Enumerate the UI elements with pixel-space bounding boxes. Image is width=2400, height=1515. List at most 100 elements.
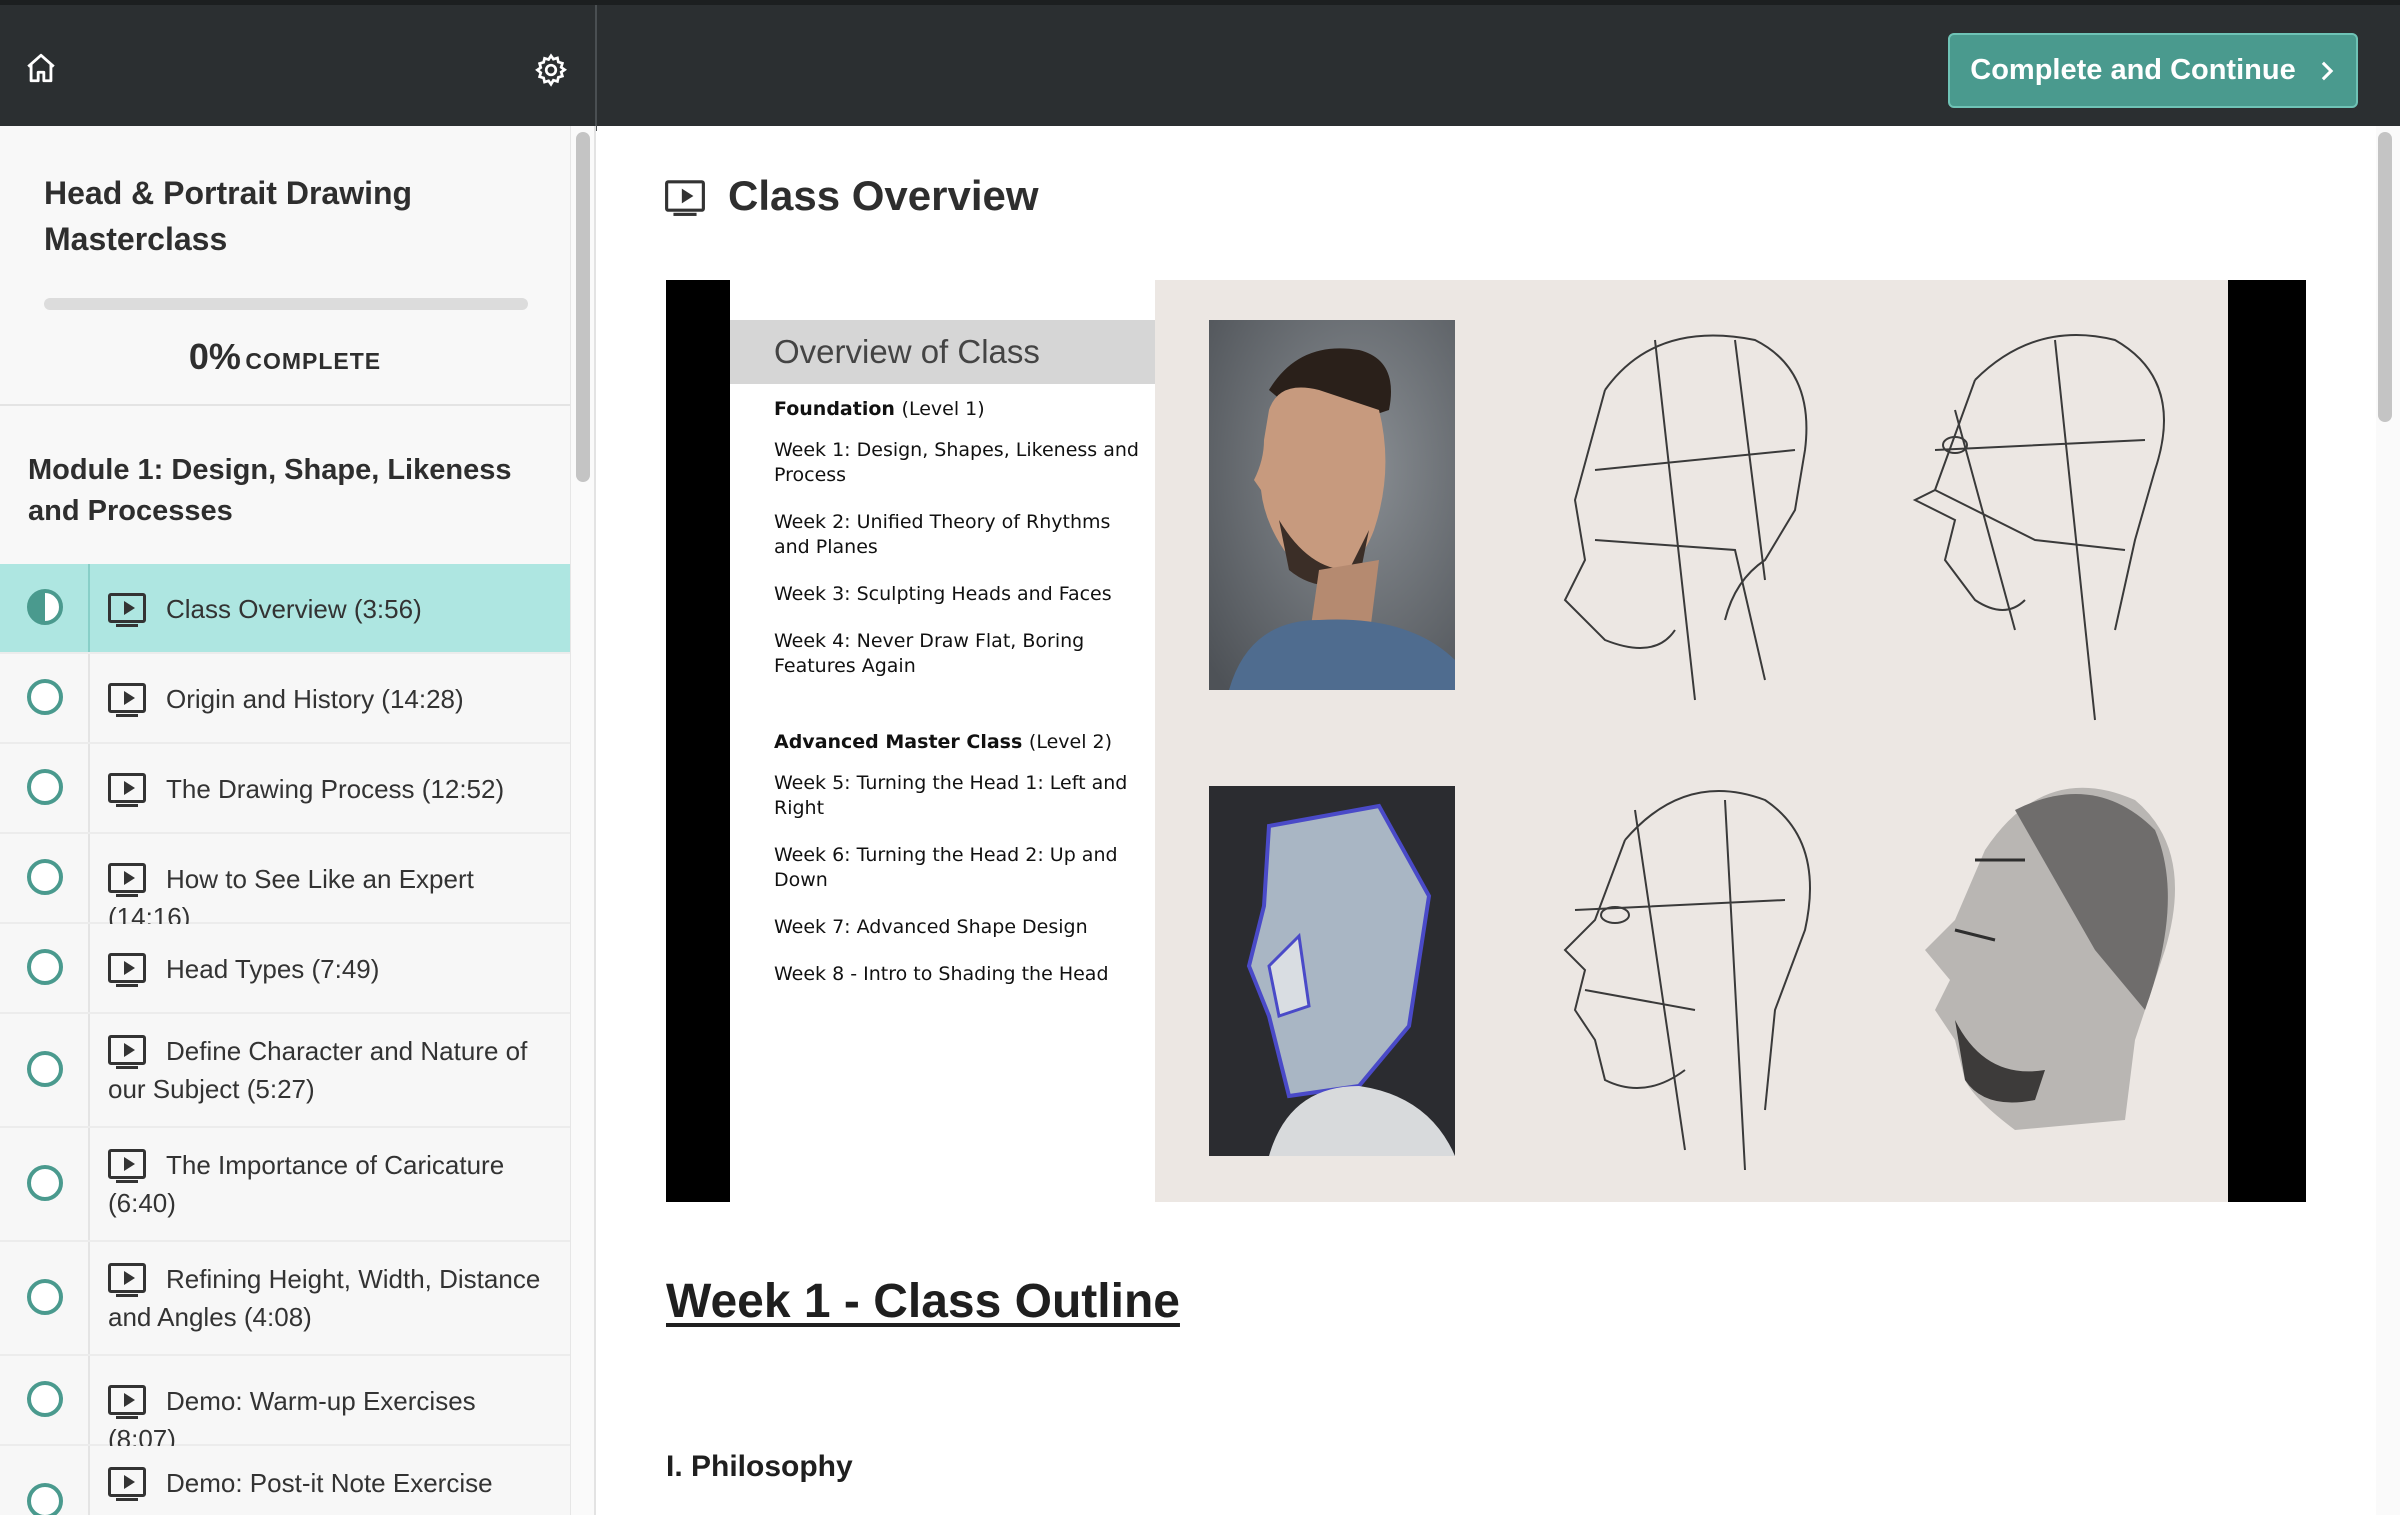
video-lesson-icon <box>108 863 146 897</box>
video-lesson-icon <box>108 1467 146 1501</box>
lesson-separator <box>88 834 90 922</box>
slide-week: Week 1: Design, Shapes, Likeness and Pro… <box>774 439 1139 486</box>
course-sidebar: Head & Portrait Drawing Masterclass 0% C… <box>0 126 596 1515</box>
lesson-incomplete-icon <box>27 679 63 715</box>
lesson-text: The Importance of Caricature (6:40) <box>108 1146 550 1222</box>
home-icon <box>27 53 55 83</box>
lesson-label: The Drawing Process (12:52) <box>166 774 505 804</box>
lesson-incomplete-icon <box>27 859 63 895</box>
complete-and-continue-button[interactable]: Complete and Continue <box>1948 33 2358 108</box>
video-lesson-icon <box>108 1149 146 1183</box>
lesson-item[interactable]: Head Types (7:49) <box>0 924 570 1014</box>
lesson-label: Head Types (7:49) <box>166 954 380 984</box>
lesson-text: Refining Height, Width, Distance and Ang… <box>108 1260 550 1336</box>
slide-header: Overview of Class <box>730 320 1155 384</box>
lesson-label: Demo: Warm-up Exercises (8:07) <box>108 1386 476 1454</box>
lesson-separator <box>88 744 90 832</box>
sidebar-scrollbar[interactable] <box>576 132 590 482</box>
main-scrollbar[interactable] <box>2378 132 2392 422</box>
group-name: Foundation <box>774 398 895 420</box>
home-button[interactable] <box>20 47 62 89</box>
slide-week-list: Foundation (Level 1) Week 1: Design, Sha… <box>774 398 1144 1009</box>
video-lesson-icon <box>108 773 146 807</box>
chevron-right-icon <box>2321 61 2333 80</box>
progress-percent: 0% <box>188 336 241 377</box>
video-lesson-icon <box>665 180 705 216</box>
course-header: Head & Portrait Drawing Masterclass 0% C… <box>0 126 570 406</box>
lecture-heading: Class Overview <box>665 172 1039 220</box>
lesson-separator <box>88 1356 90 1444</box>
outline-heading[interactable]: Week 1 - Class Outline <box>666 1274 1180 1329</box>
lesson-item[interactable]: Demo: Warm-up Exercises (8:07) <box>0 1356 570 1454</box>
sidebar-panel: Head & Portrait Drawing Masterclass 0% C… <box>0 126 571 1515</box>
lesson-text: Origin and History (14:28) <box>108 680 550 718</box>
video-lesson-icon <box>108 953 146 987</box>
slide-week: Week 3: Sculpting Heads and Faces <box>774 583 1112 605</box>
lecture-content: Class Overview Overview of Class Foundat… <box>598 126 2376 1515</box>
lesson-item[interactable]: Define Character and Nature of our Subje… <box>0 1014 570 1128</box>
lesson-item[interactable]: How to See Like an Expert (14:16) <box>0 834 570 932</box>
lesson-item[interactable]: Demo: Post-it Note Exercise <box>0 1446 570 1515</box>
cta-label: Complete and Continue <box>1970 54 2296 86</box>
slide-artwork-panel <box>1155 280 2228 1202</box>
lesson-label: Demo: Post-it Note Exercise <box>166 1468 493 1498</box>
topbar-divider <box>595 5 597 131</box>
settings-button[interactable] <box>530 49 572 91</box>
video-player[interactable]: Overview of Class Foundation (Level 1) W… <box>666 280 2306 1202</box>
lesson-incomplete-icon <box>27 1483 63 1515</box>
lesson-text: The Drawing Process (12:52) <box>108 770 550 808</box>
video-lesson-icon <box>108 1385 146 1419</box>
lesson-incomplete-icon <box>27 769 63 805</box>
slide-week: Week 4: Never Draw Flat, Boring Features… <box>774 630 1085 677</box>
lesson-item[interactable]: Class Overview (3:56) <box>0 564 570 654</box>
lesson-text: Define Character and Nature of our Subje… <box>108 1032 550 1108</box>
lesson-incomplete-icon <box>27 1381 63 1417</box>
slide-week: Week 6: Turning the Head 2: Up and Down <box>774 844 1118 891</box>
top-bar: Complete and Continue <box>0 0 2400 131</box>
lesson-separator <box>88 1014 90 1126</box>
lecture-title: Class Overview <box>728 172 1039 219</box>
group-level: (Level 1) <box>901 398 985 420</box>
section-heading: I. Philosophy <box>666 1450 853 1483</box>
lesson-label: How to See Like an Expert (14:16) <box>108 864 474 932</box>
module-title: Module 1: Design, Shape, Likeness and Pr… <box>0 406 570 564</box>
lesson-item[interactable]: Refining Height, Width, Distance and Ang… <box>0 1242 570 1356</box>
head-sketch-2 <box>1912 334 2165 721</box>
video-lesson-icon <box>108 1263 146 1297</box>
lesson-progress-icon <box>27 589 63 625</box>
lesson-separator <box>88 924 90 1012</box>
group-level: (Level 2) <box>1028 731 1113 753</box>
slide-week: Week 5: Turning the Head 1: Left and Rig… <box>774 772 1128 819</box>
progress-word: COMPLETE <box>245 348 382 374</box>
group-name: Advanced Master Class <box>774 731 1023 753</box>
slide-week: Week 8 - Intro to Shading the Head <box>774 963 1109 985</box>
video-lesson-icon <box>108 683 146 717</box>
course-title: Head & Portrait Drawing Masterclass <box>44 175 413 257</box>
lesson-separator <box>88 654 90 742</box>
course-progress-bar <box>44 298 528 310</box>
lesson-label: Refining Height, Width, Distance and Ang… <box>108 1264 541 1332</box>
head-sketch-3 <box>1563 790 1811 1171</box>
lesson-item[interactable]: The Drawing Process (12:52) <box>0 744 570 834</box>
lesson-incomplete-icon <box>27 1279 63 1315</box>
portrait-photo <box>1209 320 1455 690</box>
lesson-separator <box>88 564 90 652</box>
lesson-label: Class Overview (3:56) <box>166 594 422 624</box>
slide-outline-panel: Overview of Class Foundation (Level 1) W… <box>730 280 1155 1202</box>
video-lesson-icon <box>108 593 146 627</box>
progress-label: 0% COMPLETE <box>44 336 526 378</box>
lesson-label: Define Character and Nature of our Subje… <box>108 1036 528 1104</box>
lesson-text: Head Types (7:49) <box>108 950 550 988</box>
lesson-label: Origin and History (14:28) <box>166 684 464 714</box>
lesson-separator <box>88 1242 90 1354</box>
lesson-item[interactable]: Origin and History (14:28) <box>0 654 570 744</box>
slide-group-title: Foundation (Level 1) <box>774 398 1144 420</box>
lesson-incomplete-icon <box>27 1051 63 1087</box>
lesson-separator <box>88 1446 90 1515</box>
lesson-incomplete-icon <box>27 1165 63 1201</box>
lecture-main: Class Overview Overview of Class Foundat… <box>598 126 2400 1515</box>
video-lesson-icon <box>108 1035 146 1069</box>
lesson-item[interactable]: The Importance of Caricature (6:40) <box>0 1128 570 1242</box>
shape-design-photo <box>1209 786 1455 1156</box>
slide-week: Week 2: Unified Theory of Rhythms and Pl… <box>774 511 1111 558</box>
